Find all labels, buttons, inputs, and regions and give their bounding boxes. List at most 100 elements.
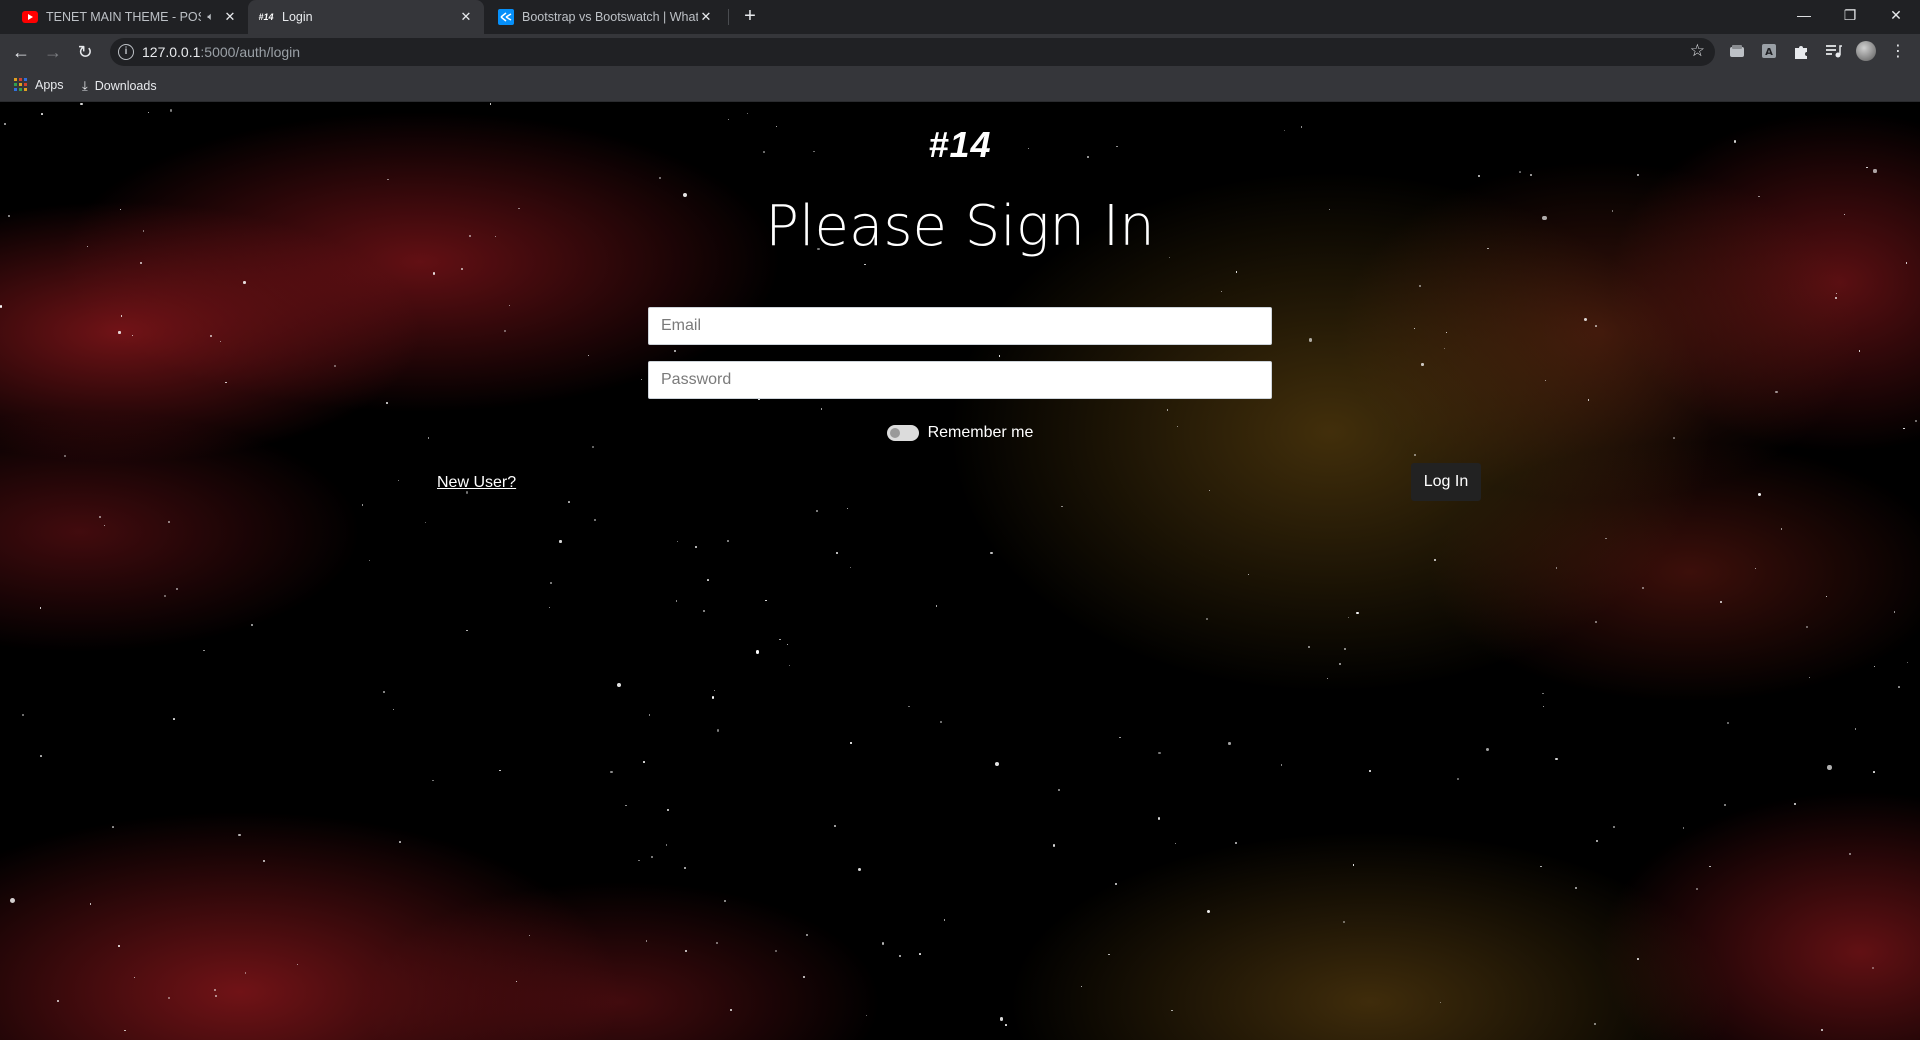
- star-dot: [1166, 408, 1169, 411]
- star-dot: [466, 629, 469, 632]
- new-user-link[interactable]: New User?: [437, 474, 516, 492]
- star-dot: [167, 997, 171, 1000]
- star-dot: [89, 903, 92, 905]
- tab-bootstrap[interactable]: Bootstrap vs Bootswatch | What ✕: [488, 0, 724, 34]
- tab-login[interactable]: #14 Login ✕: [248, 0, 484, 34]
- star-dot: [1583, 318, 1587, 322]
- star-dot: [727, 540, 730, 543]
- star-dot: [215, 994, 218, 997]
- star-dot: [673, 349, 676, 352]
- star-dot: [746, 113, 748, 115]
- login-button[interactable]: Log In: [1411, 463, 1481, 501]
- star-dot: [1587, 399, 1590, 401]
- star-dot: [1434, 559, 1437, 562]
- forward-icon[interactable]: →: [41, 40, 65, 64]
- bookmark-downloads[interactable]: ⤓ Downloads: [82, 78, 157, 94]
- toggle-knob: [889, 428, 900, 438]
- star-dot: [712, 696, 715, 699]
- extension-icon[interactable]: [1728, 42, 1746, 60]
- email-field[interactable]: [648, 307, 1272, 345]
- avatar[interactable]: [1856, 41, 1876, 61]
- star-dot: [132, 335, 134, 337]
- star-dot: [140, 261, 143, 264]
- star-dot: [640, 379, 642, 381]
- restore-button[interactable]: ❐: [1827, 0, 1873, 30]
- star-dot: [1158, 752, 1161, 755]
- star-dot: [164, 594, 167, 597]
- new-tab-button[interactable]: +: [738, 5, 762, 29]
- star-dot: [397, 479, 399, 481]
- minimize-button[interactable]: —: [1781, 0, 1827, 30]
- star-dot: [1326, 677, 1328, 679]
- star-dot: [1637, 957, 1640, 960]
- close-tab-icon[interactable]: ✕: [222, 9, 238, 25]
- reload-icon[interactable]: ↻: [73, 40, 97, 64]
- star-dot: [659, 177, 662, 179]
- star-dot: [665, 844, 668, 846]
- remember-me-label[interactable]: Remember me: [928, 424, 1034, 442]
- bookmark-star-icon[interactable]: ☆: [1690, 41, 1705, 61]
- star-dot: [788, 664, 790, 666]
- star-dot: [999, 1017, 1004, 1021]
- download-icon: ⤓: [82, 78, 88, 93]
- star-dot: [1418, 284, 1421, 288]
- remember-me-toggle[interactable]: [886, 425, 919, 441]
- star-dot: [1805, 626, 1808, 629]
- puzzle-icon[interactable]: [1792, 42, 1810, 60]
- page-content: #14 Please Sign In Remember me New User?…: [0, 102, 1920, 1040]
- star-dot: [645, 940, 647, 942]
- star-dot: [786, 644, 788, 646]
- star-dot: [1825, 595, 1827, 598]
- star-dot: [1809, 677, 1811, 679]
- close-tab-icon[interactable]: ✕: [698, 9, 714, 25]
- star-dot: [1540, 865, 1543, 868]
- star-dot: [1248, 574, 1250, 576]
- star-dot: [591, 445, 594, 448]
- star-dot: [806, 934, 809, 937]
- star-dot: [1440, 1001, 1442, 1003]
- star-dot: [1343, 920, 1346, 923]
- star-dot: [1344, 647, 1347, 650]
- star-dot: [802, 976, 805, 979]
- browser-toolbar: ← → ↻ i 127.0.0.1:5000/auth/login ☆ A ⋮: [0, 34, 1920, 70]
- close-tab-icon[interactable]: ✕: [458, 9, 474, 25]
- star-dot: [940, 720, 943, 723]
- star-dot: [1605, 537, 1607, 540]
- back-icon[interactable]: ←: [9, 40, 33, 64]
- star-dot: [755, 650, 760, 654]
- star-dot: [98, 515, 101, 518]
- star-dot: [1228, 742, 1231, 745]
- star-dot: [858, 867, 862, 872]
- star-dot: [1235, 271, 1237, 273]
- star-dot: [1865, 166, 1868, 169]
- star-dot: [368, 559, 371, 562]
- tab-youtube[interactable]: TENET MAIN THEME - POSTI 🔈︎ ✕: [12, 0, 248, 34]
- star-dot: [1914, 420, 1917, 423]
- star-dot: [1854, 728, 1857, 730]
- star-dot: [80, 103, 83, 106]
- star-dot: [64, 455, 67, 458]
- star-dot: [1835, 297, 1837, 300]
- star-dot: [1594, 325, 1597, 328]
- star-dot: [899, 954, 902, 958]
- extension-icon[interactable]: A: [1760, 42, 1778, 60]
- star-dot: [1758, 493, 1762, 497]
- url-host: 127.0.0.1: [142, 44, 201, 60]
- menu-icon[interactable]: ⋮: [1886, 40, 1910, 64]
- star-dot: [1719, 601, 1722, 604]
- star-dot: [528, 934, 530, 936]
- speaker-icon[interactable]: 🔈︎: [207, 11, 214, 24]
- star-dot: [716, 942, 719, 945]
- close-window-button[interactable]: ✕: [1873, 0, 1919, 30]
- address-bar[interactable]: i 127.0.0.1:5000/auth/login ☆: [110, 38, 1715, 66]
- star-dot: [219, 341, 221, 343]
- password-field[interactable]: [648, 361, 1272, 399]
- star-dot: [1775, 391, 1778, 394]
- star-dot: [990, 551, 993, 555]
- star-dot: [943, 919, 946, 921]
- site-info-icon[interactable]: i: [118, 44, 134, 60]
- bookmark-apps[interactable]: Apps: [14, 78, 64, 92]
- star-dot: [1413, 327, 1416, 330]
- media-queue-icon[interactable]: [1824, 42, 1842, 60]
- star-dot: [610, 770, 613, 773]
